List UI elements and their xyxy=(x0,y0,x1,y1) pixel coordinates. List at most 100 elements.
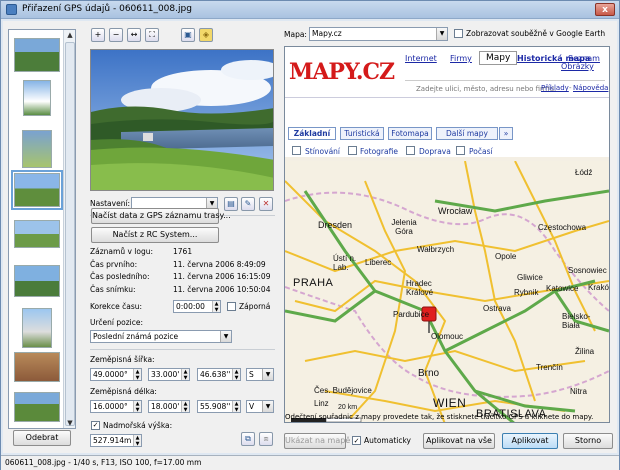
paste-position-icon[interactable]: ⧈ xyxy=(259,432,273,446)
link-mapy-active[interactable]: Mapy xyxy=(479,51,518,65)
spinner-icon[interactable]: ▲ ▼ xyxy=(181,369,189,380)
position-label: Určení pozice: xyxy=(90,318,144,327)
longitude-seconds[interactable]: 55.908'' ▲ ▼ xyxy=(197,400,241,413)
latitude-minutes[interactable]: 33.000' ▲ ▼ xyxy=(148,368,190,381)
longitude-degrees[interactable]: 16.0000° ▲ ▼ xyxy=(90,400,142,413)
thumbnail-8[interactable] xyxy=(14,352,60,382)
layer-photos-checkbox[interactable] xyxy=(348,146,357,155)
tab-fotomapa[interactable]: Fotomapa xyxy=(388,127,432,140)
thumbnail-3[interactable] xyxy=(22,130,52,168)
link-firmy[interactable]: Firmy xyxy=(450,54,472,63)
lon-hem-value: V xyxy=(249,402,255,411)
spinner-icon[interactable]: ▲ ▼ xyxy=(133,401,141,412)
map-header: MAPY.CZ Internet Firmy Mapy Historická m… xyxy=(285,47,609,157)
layer-traffic-checkbox[interactable] xyxy=(406,146,415,155)
altitude-checkbox[interactable]: ✓ xyxy=(91,421,100,430)
layer-shading-checkbox[interactable] xyxy=(292,146,301,155)
longitude-hemisphere[interactable]: V ▼ xyxy=(246,400,274,413)
position-value: Poslední známá pozice xyxy=(93,332,179,341)
gps-view-icon[interactable]: ◈ xyxy=(199,28,213,42)
latitude-seconds[interactable]: 46.638'' ▲ ▼ xyxy=(197,368,241,381)
google-earth-checkbox[interactable] xyxy=(454,29,463,38)
thumbnail-2[interactable] xyxy=(23,80,51,116)
tab-dalsi-mapy[interactable]: Další mapy xyxy=(436,127,498,140)
map-scale: 20 km xyxy=(338,404,358,411)
scroll-up-icon[interactable]: ▲ xyxy=(65,30,75,40)
negative-checkbox[interactable] xyxy=(227,302,236,311)
save-settings-icon[interactable]: ▤ xyxy=(224,197,238,211)
thumbnail-5[interactable] xyxy=(14,220,60,248)
shot-time-label: Čas snímku: xyxy=(90,285,136,294)
city-praha: PRAHA xyxy=(293,277,334,289)
spinner-icon[interactable]: ▲ ▼ xyxy=(133,435,141,446)
position-select[interactable]: Poslední známá pozice ▼ xyxy=(90,330,232,343)
scroll-down-icon[interactable]: ▼ xyxy=(65,418,75,428)
fullscreen-icon[interactable]: ⛶ xyxy=(145,28,159,42)
mapy-logo[interactable]: MAPY.CZ xyxy=(289,59,395,85)
latitude-hemisphere[interactable]: S ▼ xyxy=(246,368,274,381)
longitude-minutes[interactable]: 18.000' ▲ ▼ xyxy=(148,400,190,413)
title-bar: Přiřazení GPS údajů - 060611_008.jpg x xyxy=(1,1,619,19)
photo-preview xyxy=(90,49,274,191)
chevron-down-icon[interactable]: » xyxy=(499,127,513,140)
apply-button[interactable]: Aplikovat xyxy=(502,433,558,449)
city-jelenia-gora: Jelenia Góra xyxy=(391,218,417,236)
time-correction-input[interactable]: 0:00:00 ▲ ▼ xyxy=(173,300,221,313)
city-usti: Ústí n. Lab. xyxy=(333,254,357,272)
thumbnail-1[interactable] xyxy=(14,38,60,72)
search-hint: Zadejte ulici, město, adresu nebo firmu. xyxy=(416,85,557,93)
delete-settings-icon[interactable]: ✕ xyxy=(259,197,273,211)
city-rybnik: Rybnik xyxy=(514,288,539,297)
map-provider-select[interactable]: Mapy.cz ▼ xyxy=(309,27,448,41)
remove-button[interactable]: Odebrat xyxy=(13,430,71,446)
zoom-in-icon[interactable]: + xyxy=(91,28,105,42)
latitude-degrees[interactable]: 49.0000° ▲ ▼ xyxy=(90,368,142,381)
first-time-value: 11. června 2006 8:49:09 xyxy=(173,260,266,269)
spinner-icon[interactable]: ▲ ▼ xyxy=(232,369,240,380)
link-obrazky[interactable]: Obrázky xyxy=(561,62,594,71)
altitude-input[interactable]: 527.914m ▲ ▼ xyxy=(90,434,142,447)
layer-weather-checkbox[interactable] xyxy=(456,146,465,155)
map-search-input[interactable] xyxy=(405,71,605,81)
thumbnail-6[interactable] xyxy=(14,265,60,297)
layer-photos-label: Fotografie xyxy=(360,147,398,156)
lat-min-value: 33.000' xyxy=(151,370,180,379)
spinner-icon[interactable]: ▲ ▼ xyxy=(212,301,220,312)
link-priklady[interactable]: Příklady xyxy=(541,84,569,92)
zoom-out-icon[interactable]: − xyxy=(109,28,123,42)
city-czestochowa: Częstochowa xyxy=(538,223,587,232)
auto-checkbox[interactable]: ✓ xyxy=(352,436,361,445)
copy-position-icon[interactable]: ⧉ xyxy=(241,432,255,446)
thumbnail-7[interactable] xyxy=(22,308,52,348)
tab-zakladni[interactable]: Základní xyxy=(288,127,336,140)
chevron-down-icon: ▼ xyxy=(262,401,273,412)
edit-settings-icon[interactable]: ✎ xyxy=(241,197,255,211)
tab-turisticka[interactable]: Turistická xyxy=(340,127,384,140)
cancel-button[interactable]: Storno xyxy=(563,433,613,449)
city-walbrzych: Wałbrzych xyxy=(417,245,455,254)
divider xyxy=(285,97,609,98)
thumbnail-9[interactable] xyxy=(14,392,60,422)
spinner-icon[interactable]: ▲ ▼ xyxy=(181,401,189,412)
thumbnail-list[interactable]: ▲ ▼ xyxy=(8,29,76,429)
link-internet[interactable]: Internet xyxy=(405,54,437,63)
map-hint: Odečtení souřadnic z mapy provedete tak,… xyxy=(285,413,594,421)
load-gps-button[interactable]: Načíst data z GPS záznamu trasy... xyxy=(91,208,231,224)
lat-deg-value: 49.0000° xyxy=(93,370,128,379)
zoom-fit-icon[interactable]: ↔ xyxy=(127,28,141,42)
link-napoveda[interactable]: Nápověda xyxy=(573,84,608,92)
layer-weather-label: Počasí xyxy=(469,147,493,156)
scroll-thumb[interactable] xyxy=(65,42,75,426)
map-view[interactable]: MAPY.CZ Internet Firmy Mapy Historická m… xyxy=(284,46,610,423)
city-liberec: Liberec xyxy=(365,258,392,267)
apply-all-button[interactable]: Aplikovat na vše xyxy=(423,433,495,449)
show-on-map-button[interactable]: Ukázat na mapě xyxy=(284,433,350,449)
close-button[interactable]: x xyxy=(595,3,615,16)
spinner-icon[interactable]: ▲ ▼ xyxy=(232,401,240,412)
spinner-icon[interactable]: ▲ ▼ xyxy=(133,369,141,380)
load-rc-button[interactable]: Načíst z RC System... xyxy=(91,227,219,243)
photo-view-icon[interactable]: ▣ xyxy=(181,28,195,42)
first-time-label: Čas prvního: xyxy=(90,260,138,269)
thumbnail-scrollbar[interactable]: ▲ ▼ xyxy=(63,30,75,428)
thumbnail-4-selected[interactable] xyxy=(11,170,63,210)
